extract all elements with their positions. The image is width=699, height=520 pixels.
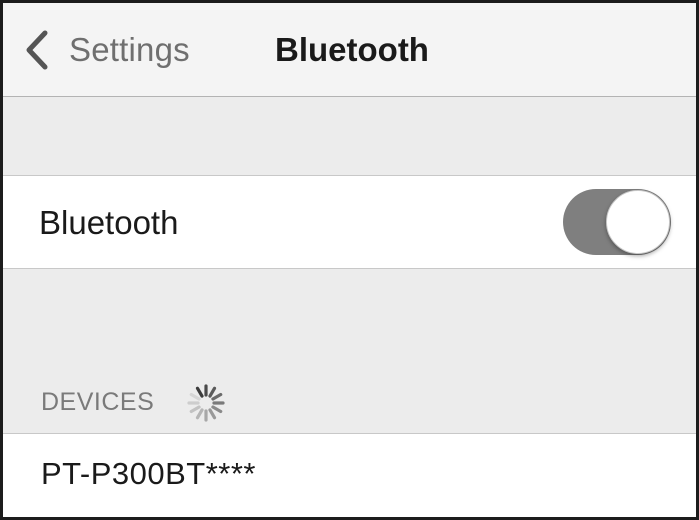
device-list-item[interactable]: PT-P300BT**** — [3, 433, 696, 517]
section-spacer — [3, 97, 696, 175]
bluetooth-setting-label: Bluetooth — [39, 204, 179, 241]
spinner-icon — [187, 384, 225, 422]
devices-header-label: DEVICES — [41, 388, 155, 416]
device-name: PT-P300BT**** — [41, 456, 256, 491]
bluetooth-toggle[interactable] — [563, 189, 671, 255]
back-button-label: Settings — [69, 31, 190, 68]
bluetooth-setting-row: Bluetooth — [3, 175, 696, 269]
toggle-knob — [606, 190, 670, 254]
back-button[interactable]: Settings — [3, 3, 233, 96]
navigation-bar: Settings Bluetooth — [3, 3, 696, 97]
page-title: Bluetooth — [275, 31, 429, 68]
settings-screen: Settings Bluetooth Bluetooth DEVICES PT-… — [0, 0, 699, 520]
chevron-left-icon — [26, 30, 48, 70]
devices-section-header: DEVICES — [3, 269, 696, 433]
